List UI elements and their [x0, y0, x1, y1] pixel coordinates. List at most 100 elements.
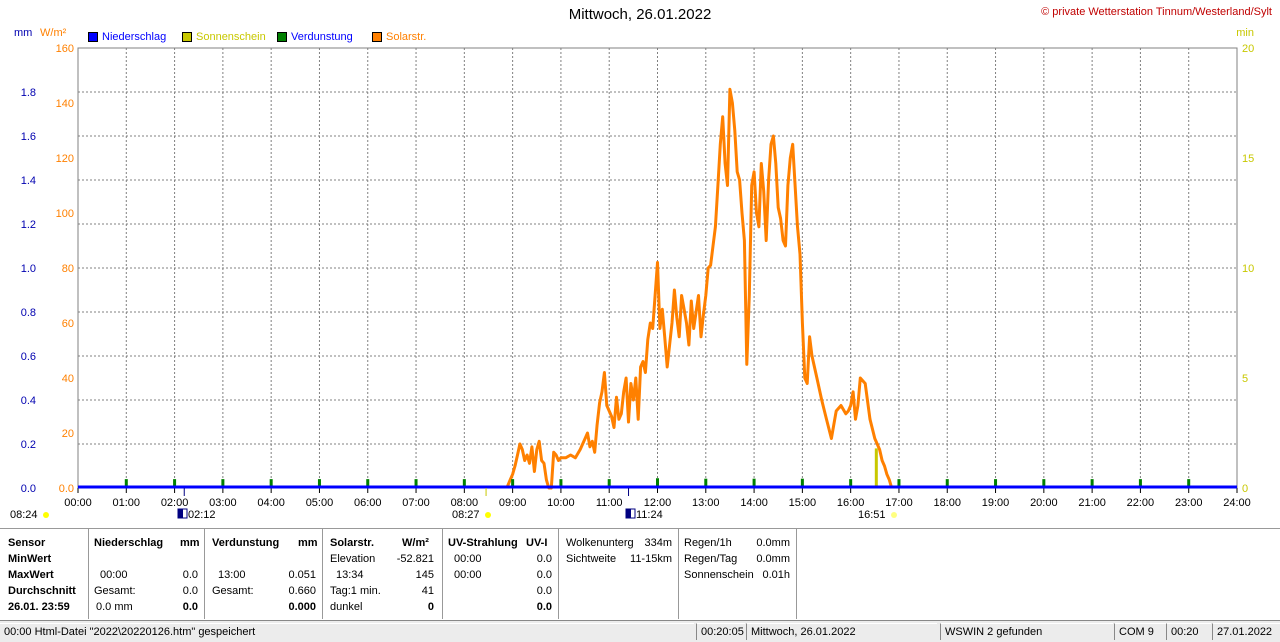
verdunstung-bar	[704, 478, 708, 487]
y-tick-label-mm: 0.2	[21, 439, 36, 451]
sunrise-icon	[43, 512, 49, 518]
label-max: MaxWert	[8, 569, 54, 581]
solar-title: Solarstr.	[330, 537, 375, 549]
x-tick-label: 24:00	[1223, 497, 1251, 509]
y-tick-label-wm2: 80	[62, 263, 74, 275]
solar-elev-label: Elevation	[330, 553, 376, 565]
x-tick-label: 12:00	[644, 497, 672, 509]
solar-dunkel-val: 0	[427, 601, 434, 613]
uv-max-val: 0.0	[536, 569, 552, 581]
niederschlag-max-time: 00:00	[100, 569, 128, 581]
solar-tag-val: 41	[421, 585, 434, 597]
regen1h-label: Regen/1h	[684, 537, 732, 549]
stats-divider	[204, 529, 205, 619]
x-tick-label: 13:00	[692, 497, 720, 509]
uv-unit: UV-I	[526, 537, 548, 549]
wolken-val: 334m	[644, 537, 672, 549]
status-time: 00:20	[1166, 623, 1211, 640]
uv-title: UV-Strahlung	[448, 537, 518, 549]
x-tick-label: 11:00	[596, 497, 623, 509]
regentag-val: 0.0mm	[756, 553, 790, 565]
verdunstung-max-val: 0.051	[288, 569, 316, 581]
weather-chart: 00:00 01:00 02:00 03:00 04:00 05:00 06:00 07:00…	[10, 43, 1254, 521]
solar-unit: W/m²	[402, 537, 429, 549]
x-tick-label: 15:00	[789, 497, 817, 509]
y-tick-label-wm2: 40	[62, 373, 74, 385]
x-tick-label: 19:00	[982, 497, 1010, 509]
verdunstung-title: Verdunstung	[212, 537, 280, 549]
sonnenschein-label: Sonnenschein	[684, 569, 754, 581]
uv-min-time: 00:00	[454, 553, 482, 565]
sichtweite-val: 11-15km	[630, 553, 672, 565]
x-tick-label: 17:00	[885, 497, 913, 509]
niederschlag-avg-right: 0.0	[182, 601, 198, 613]
y-tick-label-wm2: 0.0	[59, 483, 74, 495]
verdunstung-bar	[800, 478, 804, 487]
x-tick-label: 22:00	[1127, 497, 1155, 509]
x-tick-label: 01:00	[113, 497, 141, 509]
status-message: 00:00 Html-Datei "2022\20220126.htm" ges…	[0, 623, 694, 640]
time-marker-label: 02:12	[188, 509, 216, 521]
verdunstung-bar	[656, 478, 659, 487]
x-tick-label: 02:00	[161, 497, 189, 509]
status-date: Mittwoch, 26.01.2022	[746, 623, 937, 640]
y-tick-label-mm: 0.4	[21, 395, 36, 407]
y-tick-label-wm2: 20	[62, 428, 74, 440]
label-min: MinWert	[8, 553, 52, 565]
y-tick-label-mm: 1.8	[21, 87, 36, 99]
sunset-icon	[891, 512, 897, 518]
x-tick-label: 08:00	[451, 497, 479, 509]
y-tick-label-min: 0	[1242, 483, 1248, 495]
y-tick-label-mm: 0.8	[21, 307, 36, 319]
status-port: COM 9	[1114, 623, 1169, 640]
stats-divider	[442, 529, 443, 619]
stats-divider	[796, 529, 797, 619]
y-tick-label-wm2: 60	[62, 318, 74, 330]
y-tick-label-min: 15	[1242, 153, 1254, 165]
label-avg: Durchschnitt	[8, 585, 76, 597]
moon-icon-fill	[626, 509, 631, 518]
x-tick-label: 21:00	[1078, 497, 1106, 509]
y-tick-label-mm: 1.2	[21, 219, 36, 231]
status-bar: 00:00 Html-Datei "2022\20220126.htm" ges…	[0, 620, 1280, 642]
uv-min-val: 0.0	[536, 553, 552, 565]
time-marker-label: 08:27	[452, 509, 480, 521]
sonnenschein-val: 0.01h	[762, 569, 790, 581]
x-tick-label: 23:00	[1175, 497, 1203, 509]
y-tick-label-min: 10	[1242, 263, 1254, 275]
y-tick-label-min: 5	[1242, 373, 1248, 385]
solar-elev-val: -52.821	[396, 553, 434, 565]
uv-max-time: 00:00	[454, 569, 482, 581]
verdunstung-unit: mm	[298, 537, 318, 549]
stats-divider	[678, 529, 679, 619]
stats-divider	[558, 529, 559, 619]
y-tick-label-mm: 0.6	[21, 351, 36, 363]
y-tick-label-mm: 1.4	[21, 175, 36, 187]
wolken-label: Wolkenunterg	[566, 537, 634, 549]
x-tick-label: 07:00	[402, 497, 430, 509]
x-tick-label: 09:00	[499, 497, 527, 509]
x-tick-label: 03:00	[209, 497, 237, 509]
x-tick-label: 00:00	[64, 497, 92, 509]
x-tick-label: 20:00	[1030, 497, 1058, 509]
x-tick-label: 05:00	[306, 497, 334, 509]
uv-mid-val: 0.0	[536, 585, 552, 597]
verdunstung-gesamt-label: Gesamt:	[212, 585, 254, 597]
stats-divider	[322, 529, 323, 619]
moon-icon-fill	[178, 509, 183, 518]
x-tick-label: 18:00	[933, 497, 961, 509]
x-tick-label: 06:00	[354, 497, 382, 509]
solar-tag-label: Tag:1 min.	[330, 585, 381, 597]
uv-avg-val: 0.0	[536, 601, 552, 613]
niederschlag-gesamt-val: 0.0	[182, 585, 198, 597]
sunrise-icon	[485, 512, 491, 518]
stats-divider	[88, 529, 89, 619]
niederschlag-avg-left: 0.0 mm	[96, 601, 133, 613]
niederschlag-gesamt-label: Gesamt:	[94, 585, 136, 597]
x-tick-label: 10:00	[547, 497, 575, 509]
verdunstung-gesamt-val: 0.660	[288, 585, 316, 597]
stats-table: Sensor MinWert MaxWert Durchschnitt 26.0…	[0, 528, 1280, 619]
solar-max-time: 13:34	[336, 569, 364, 581]
y-tick-label-mm: 0.0	[21, 483, 36, 495]
x-tick-label: 16:00	[837, 497, 865, 509]
